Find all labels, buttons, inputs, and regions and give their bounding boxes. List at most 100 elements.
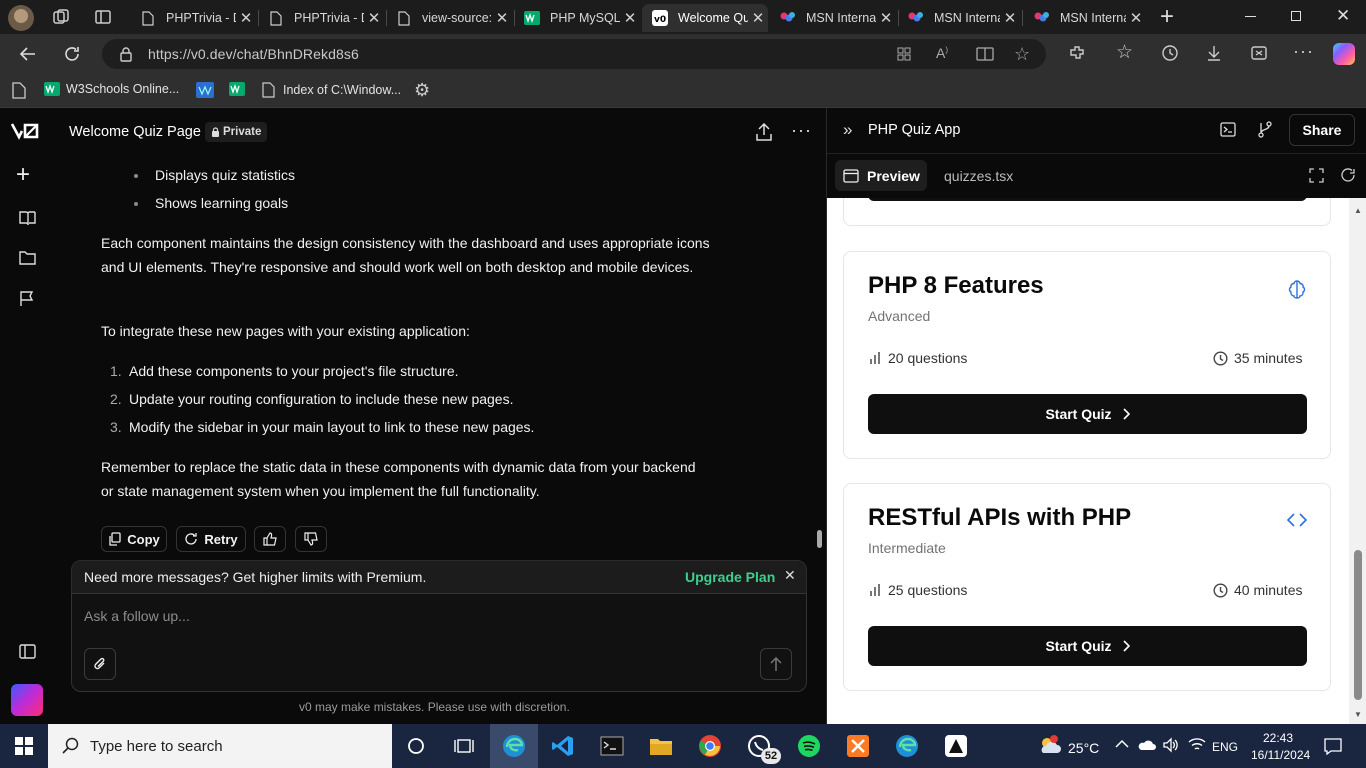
thumbs-up-button[interactable]: [254, 526, 286, 552]
close-icon[interactable]: ✕: [364, 9, 384, 27]
inkscape-icon[interactable]: [940, 730, 972, 762]
close-icon[interactable]: ✕: [1126, 9, 1146, 27]
chevron-up-icon[interactable]: [1115, 739, 1129, 749]
chat-more-icon[interactable]: ···: [791, 120, 812, 141]
tab-phptrivia-2[interactable]: PHPTrivia - D ✕: [258, 4, 384, 32]
wifi-icon[interactable]: [1188, 737, 1206, 753]
close-icon[interactable]: ✕: [876, 9, 896, 27]
start-quiz-button[interactable]: Start Quiz: [868, 394, 1307, 434]
notifications-icon[interactable]: [1324, 738, 1342, 755]
refresh-icon[interactable]: [62, 44, 82, 64]
fullscreen-icon[interactable]: [1309, 168, 1324, 183]
spotify-icon[interactable]: [793, 730, 825, 762]
window-close-icon[interactable]: ✕: [1336, 6, 1350, 26]
terminal-app-icon[interactable]: [596, 730, 628, 762]
sidebar-toggle-icon[interactable]: [19, 644, 36, 659]
favorites-icon[interactable]: ☆: [1116, 41, 1133, 64]
tab-view-source[interactable]: view-source: ✕: [386, 4, 512, 32]
vscode-icon[interactable]: [547, 730, 579, 762]
edge-icon[interactable]: [498, 730, 530, 762]
copilot-icon[interactable]: [1333, 43, 1355, 65]
tab-phptrivia-1[interactable]: PHPTrivia - D ✕: [130, 4, 256, 32]
terminal-icon[interactable]: [1220, 122, 1236, 137]
tab-msn-2[interactable]: MSN Interna ✕: [898, 4, 1020, 32]
address-bar[interactable]: https://v0.dev/chat/BhnDRekd8s6 A) ☆: [102, 39, 1046, 69]
scroll-down-icon[interactable]: ▼: [1354, 710, 1362, 719]
close-icon[interactable]: ✕: [620, 9, 640, 27]
close-icon[interactable]: ✕: [748, 9, 768, 27]
tab-preview[interactable]: Preview: [835, 160, 927, 191]
bookmark-index[interactable]: Index of C:\Window...: [262, 82, 401, 98]
edge-secondary-icon[interactable]: [891, 730, 923, 762]
more-options-icon[interactable]: ···: [1293, 41, 1314, 62]
start-quiz-button-previous[interactable]: [868, 198, 1307, 201]
close-icon[interactable]: ✕: [1000, 9, 1020, 27]
tab-welcome-quiz[interactable]: v0 Welcome Qu ✕: [642, 4, 768, 32]
start-quiz-button[interactable]: Start Quiz: [868, 626, 1307, 666]
taskbar-search[interactable]: Type here to search: [48, 724, 392, 768]
tab-php-mysql[interactable]: PHP MySQL ✕: [514, 4, 640, 32]
chat-scrollbar[interactable]: [817, 530, 822, 548]
attach-button[interactable]: [84, 648, 116, 680]
profile-avatar[interactable]: [8, 5, 34, 31]
send-button[interactable]: [760, 648, 792, 680]
extensions-icon[interactable]: [1068, 44, 1086, 62]
bookmark-icon-only-2[interactable]: [229, 82, 245, 96]
xampp-icon[interactable]: [842, 730, 874, 762]
scroll-up-icon[interactable]: ▲: [1354, 206, 1362, 215]
tab-msn-3[interactable]: MSN Interna ✕: [1024, 4, 1146, 32]
prompt-input-box[interactable]: Ask a follow up...: [71, 593, 807, 692]
new-chat-plus-icon[interactable]: +: [16, 163, 30, 187]
apps-icon[interactable]: [896, 46, 912, 62]
bookmark-w3schools[interactable]: W3Schools Online...: [44, 82, 179, 96]
preview-scrollbar-thumb[interactable]: [1354, 550, 1362, 700]
volume-icon[interactable]: [1162, 737, 1180, 753]
cortana-icon[interactable]: [400, 730, 432, 762]
refresh-preview-icon[interactable]: [1340, 167, 1356, 183]
thumbs-down-button[interactable]: [295, 526, 327, 552]
language-indicator[interactable]: ENG: [1212, 740, 1238, 754]
library-book-icon[interactable]: [19, 210, 36, 226]
share-upload-icon[interactable]: [756, 123, 772, 141]
upgrade-plan-link[interactable]: Upgrade Plan: [685, 569, 775, 585]
read-aloud-icon[interactable]: A): [936, 45, 948, 61]
back-arrow-icon[interactable]: [18, 44, 38, 64]
downloads-icon[interactable]: [1205, 44, 1223, 62]
dismiss-close-icon[interactable]: ✕: [784, 567, 796, 584]
favorite-star-icon[interactable]: ☆: [1014, 44, 1030, 65]
weather-temp[interactable]: 25°C: [1068, 740, 1099, 756]
clock-time[interactable]: 22:43: [1263, 731, 1293, 745]
user-avatar[interactable]: [11, 684, 43, 716]
prompt-input[interactable]: Ask a follow up...: [84, 608, 190, 624]
clock-date[interactable]: 16/11/2024: [1251, 748, 1310, 762]
lock-icon[interactable]: [119, 47, 133, 62]
page-icon[interactable]: [12, 82, 26, 99]
restore-icon[interactable]: [1291, 11, 1301, 21]
chat-title[interactable]: Welcome Quiz Page: [69, 124, 201, 140]
task-view-icon[interactable]: [448, 730, 480, 762]
reader-view-icon[interactable]: [976, 46, 994, 62]
tab-file[interactable]: quizzes.tsx: [944, 168, 1013, 184]
new-tab-plus-icon[interactable]: +: [1160, 5, 1174, 29]
settings-gear-icon[interactable]: ⚙: [414, 80, 430, 101]
retry-button[interactable]: Retry: [176, 526, 246, 552]
screenshot-icon[interactable]: [1250, 44, 1268, 62]
tab-msn-1[interactable]: MSN Interna ✕: [770, 4, 896, 32]
file-explorer-icon[interactable]: [645, 730, 677, 762]
close-icon[interactable]: ✕: [236, 9, 256, 27]
whatsapp-icon[interactable]: 52: [743, 730, 781, 764]
projects-folder-icon[interactable]: [19, 250, 36, 265]
privacy-badge[interactable]: Private: [205, 122, 268, 142]
history-icon[interactable]: [1161, 44, 1179, 62]
git-branch-icon[interactable]: [1257, 120, 1273, 138]
chrome-icon[interactable]: [694, 730, 726, 762]
close-icon[interactable]: ✕: [492, 9, 512, 27]
weather-icon[interactable]: [1035, 730, 1065, 762]
share-button[interactable]: Share: [1289, 114, 1355, 146]
tab-actions-icon[interactable]: [94, 8, 112, 26]
bookmark-icon-only-1[interactable]: [196, 82, 214, 98]
collapse-chevrons-icon[interactable]: »: [843, 120, 852, 140]
preview-scrollbar-track[interactable]: ▲ ▼: [1349, 198, 1366, 724]
workspaces-icon[interactable]: [52, 8, 70, 26]
minimize-icon[interactable]: [1245, 16, 1256, 17]
